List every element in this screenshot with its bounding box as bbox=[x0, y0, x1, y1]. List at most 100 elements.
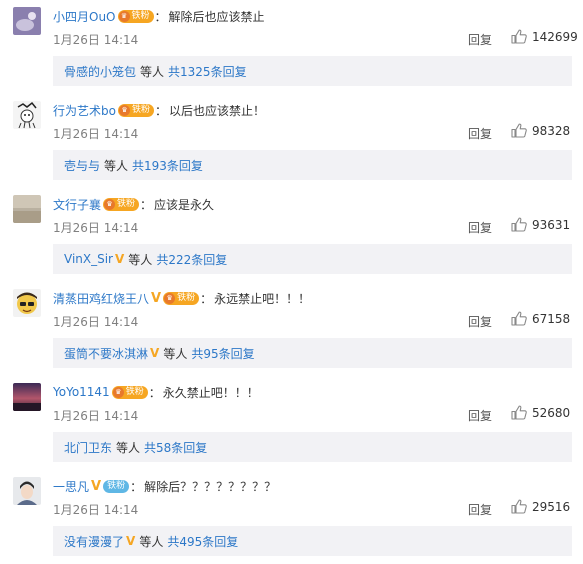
reply-summary[interactable]: VinX_Sir V 等人 共222条回复 bbox=[53, 244, 572, 274]
like-count: 52680 bbox=[532, 405, 571, 420]
reply-summary[interactable]: 骨感的小笼包 等人 共1325条回复 bbox=[53, 56, 572, 86]
avatar[interactable] bbox=[13, 101, 41, 129]
timestamp: 1月26日 14:14 bbox=[53, 503, 139, 517]
comment-text: 永久禁止吧！！！ bbox=[162, 385, 259, 400]
crown-icon: ♛ bbox=[118, 10, 130, 22]
reply-count-link[interactable]: 共95条回复 bbox=[191, 345, 254, 362]
comment-item: 文行子襄 ♛ 铁粉 ： 应该是永久 1月26日 14:14 回复 93631 Vi… bbox=[0, 188, 583, 282]
thumbs-up-icon bbox=[511, 217, 527, 232]
fan-badge: ♛ 铁粉 bbox=[163, 291, 200, 305]
reply-username[interactable]: 蛋筒不要冰淇淋 bbox=[64, 345, 148, 362]
fan-badge-label: 铁粉 bbox=[177, 292, 196, 303]
comment-text: 以后也应该禁止！ bbox=[169, 103, 266, 118]
reply-username[interactable]: 没有漫漫了 bbox=[64, 533, 124, 550]
vip-v-icon: V bbox=[115, 252, 125, 266]
reply-count-link[interactable]: 共495条回复 bbox=[167, 533, 238, 550]
reply-username[interactable]: 骨感的小笼包 bbox=[64, 63, 136, 80]
comment-item: YoYo1141 ♛ 铁粉 ： 永久禁止吧！！！ 1月26日 14:14 回复 5… bbox=[0, 376, 583, 470]
reply-count-link[interactable]: 共1325条回复 bbox=[168, 63, 247, 80]
comment-item: 一思凡 V 铁粉 ： 解除后？？？？？？？？ 1月26日 14:14 回复 29… bbox=[0, 470, 583, 564]
timestamp: 1月26日 14:14 bbox=[53, 221, 139, 235]
like-button[interactable]: 29516 bbox=[511, 499, 570, 514]
avatar[interactable] bbox=[13, 7, 41, 35]
like-count: 98328 bbox=[532, 123, 571, 138]
like-count: 142699 bbox=[532, 29, 578, 44]
reply-summary[interactable]: 壱与与 等人 共193条回复 bbox=[53, 150, 572, 180]
thumbs-up-icon bbox=[511, 311, 527, 326]
comment-item: 行为艺术bo ♛ 铁粉 ： 以后也应该禁止！ 1月26日 14:14 回复 983… bbox=[0, 94, 583, 188]
fan-badge: ♛ 铁粉 bbox=[111, 385, 148, 399]
like-button[interactable]: 142699 bbox=[511, 29, 578, 44]
vip-v-icon: V bbox=[91, 478, 102, 494]
timestamp: 1月26日 14:14 bbox=[53, 33, 139, 47]
fan-badge: ♛ 铁粉 bbox=[103, 197, 140, 211]
reply-button[interactable]: 回复 bbox=[468, 407, 492, 424]
reply-button[interactable]: 回复 bbox=[468, 219, 492, 236]
username[interactable]: 小四月OuO bbox=[53, 8, 116, 25]
comment-text: 应该是永久 bbox=[154, 197, 215, 212]
reply-etc: 等人 bbox=[163, 346, 188, 361]
reply-button[interactable]: 回复 bbox=[468, 313, 492, 330]
comment-item: 小四月OuO ♛ 铁粉 ： 解除后也应该禁止 1月26日 14:14 回复 142… bbox=[0, 0, 583, 94]
reply-username[interactable]: 北门卫东 bbox=[64, 439, 112, 456]
reply-button[interactable]: 回复 bbox=[468, 31, 492, 48]
username[interactable]: 文行子襄 bbox=[53, 196, 101, 213]
crown-icon: ♛ bbox=[104, 198, 116, 210]
colon: ： bbox=[148, 385, 161, 400]
reply-etc: 等人 bbox=[128, 252, 153, 267]
timestamp: 1月26日 14:14 bbox=[53, 315, 139, 329]
reply-etc: 等人 bbox=[104, 158, 129, 173]
colon: ： bbox=[154, 103, 167, 118]
fan-badge-label: 铁粉 bbox=[117, 198, 136, 209]
reply-username[interactable]: 壱与与 bbox=[64, 157, 100, 174]
thumbs-up-icon bbox=[511, 499, 527, 514]
avatar[interactable] bbox=[13, 289, 41, 317]
crown-icon: ♛ bbox=[164, 292, 176, 304]
fan-badge: ♛ 铁粉 bbox=[117, 9, 154, 23]
like-button[interactable]: 52680 bbox=[511, 405, 570, 420]
reply-etc: 等人 bbox=[140, 64, 165, 79]
avatar[interactable] bbox=[13, 383, 41, 411]
avatar[interactable] bbox=[13, 477, 41, 505]
vip-v-icon: V bbox=[126, 534, 136, 548]
avatar[interactable] bbox=[13, 195, 41, 223]
vip-v-icon: V bbox=[150, 346, 160, 360]
thumbs-up-icon bbox=[511, 405, 527, 420]
reply-summary[interactable]: 没有漫漫了 V 等人 共495条回复 bbox=[53, 526, 572, 556]
comment-text: 永远禁止吧！！！ bbox=[214, 291, 311, 306]
reply-button[interactable]: 回复 bbox=[468, 501, 492, 518]
username[interactable]: 行为艺术bo bbox=[53, 102, 116, 119]
vip-v-icon: V bbox=[151, 290, 162, 306]
thumbs-up-icon bbox=[511, 29, 527, 44]
fan-badge-label: 铁粉 bbox=[131, 10, 150, 21]
username[interactable]: YoYo1141 bbox=[53, 385, 110, 399]
username[interactable]: 一思凡 bbox=[53, 478, 89, 495]
like-button[interactable]: 93631 bbox=[511, 217, 570, 232]
reply-count-link[interactable]: 共193条回复 bbox=[132, 157, 203, 174]
colon: ： bbox=[140, 197, 153, 212]
fan-badge-label: 铁粉 bbox=[107, 480, 126, 491]
timestamp: 1月26日 14:14 bbox=[53, 127, 139, 141]
reply-etc: 等人 bbox=[139, 534, 164, 549]
colon: ： bbox=[154, 9, 167, 24]
like-button[interactable]: 98328 bbox=[511, 123, 570, 138]
fan-badge: 铁粉 bbox=[103, 479, 130, 493]
reply-username[interactable]: VinX_Sir bbox=[64, 252, 113, 266]
crown-icon: ♛ bbox=[118, 104, 130, 116]
like-count: 29516 bbox=[532, 499, 571, 514]
reply-button[interactable]: 回复 bbox=[468, 125, 492, 142]
comment-item: 清蒸田鸡红烧王八 V ♛ 铁粉 ： 永远禁止吧！！！ 1月26日 14:14 回复… bbox=[0, 282, 583, 376]
colon: ： bbox=[130, 479, 143, 494]
timestamp: 1月26日 14:14 bbox=[53, 409, 139, 423]
reply-etc: 等人 bbox=[116, 440, 141, 455]
reply-count-link[interactable]: 共222条回复 bbox=[156, 251, 227, 268]
comment-feed: 小四月OuO ♛ 铁粉 ： 解除后也应该禁止 1月26日 14:14 回复 142… bbox=[0, 0, 583, 559]
fan-badge: ♛ 铁粉 bbox=[117, 103, 154, 117]
fan-badge-label: 铁粉 bbox=[131, 104, 150, 115]
reply-summary[interactable]: 北门卫东 等人 共58条回复 bbox=[53, 432, 572, 462]
like-button[interactable]: 67158 bbox=[511, 311, 570, 326]
username[interactable]: 清蒸田鸡红烧王八 bbox=[53, 290, 149, 307]
reply-summary[interactable]: 蛋筒不要冰淇淋 V 等人 共95条回复 bbox=[53, 338, 572, 368]
crown-icon: ♛ bbox=[112, 386, 124, 398]
reply-count-link[interactable]: 共58条回复 bbox=[144, 439, 207, 456]
